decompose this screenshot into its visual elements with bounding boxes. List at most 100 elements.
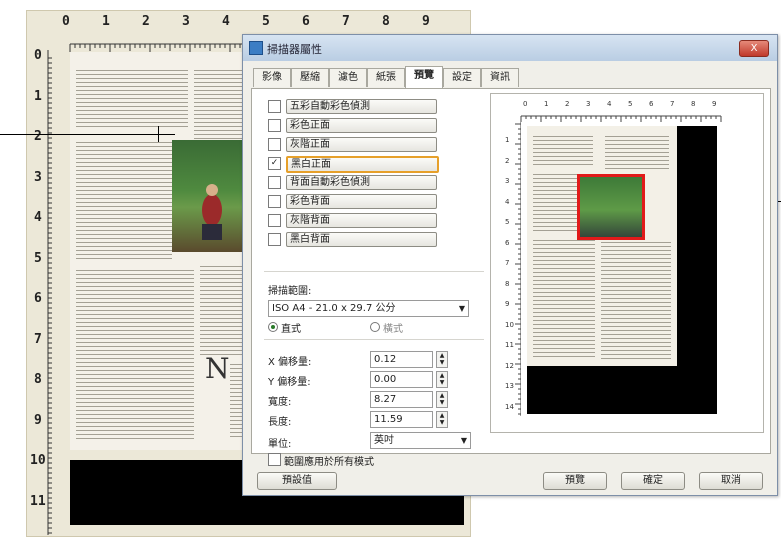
preview-tab-panel: 五彩自動彩色偵測 彩色正面灰階正面 ✓ 黑白正面背面自動彩色偵測 彩色背面灰階背面黑白背…: [251, 88, 771, 468]
golfer-photo: [172, 140, 252, 252]
ruler-top-number: 1: [102, 14, 110, 29]
preview-ruler-number: 7: [670, 100, 675, 108]
image-option-checkbox[interactable]: [268, 176, 281, 189]
orientation-landscape-radio[interactable]: [370, 322, 380, 332]
image-option-button[interactable]: 彩色正面: [286, 118, 437, 133]
preview-ruler-number: 3: [586, 100, 591, 108]
ruler-top-number: 9: [422, 14, 430, 29]
image-option-checkbox[interactable]: ✓: [268, 157, 281, 170]
preview-selection-box[interactable]: [577, 174, 645, 240]
image-option-checkbox[interactable]: [268, 195, 281, 208]
preview-ruler-number: 0: [523, 100, 528, 108]
text-column: [76, 70, 188, 130]
ruler-left-number: 3: [34, 169, 42, 185]
image-option-button[interactable]: 黑白背面: [286, 232, 437, 247]
scanner-app-icon: [249, 41, 263, 55]
orientation-portrait-label: 直式: [281, 324, 301, 335]
preview-page: [527, 126, 677, 366]
text-column: [76, 142, 172, 262]
tab-3[interactable]: 紙張: [367, 68, 405, 87]
separator: [264, 271, 484, 272]
image-option-button[interactable]: 五彩自動彩色偵測: [286, 99, 437, 114]
callout-line-left: [0, 134, 175, 135]
crosshair-vertical: [158, 126, 159, 142]
unit-select[interactable]: 英吋 ▼: [370, 432, 471, 449]
spin-stepper[interactable]: ▲ ▼: [436, 351, 448, 368]
scan-preview-area[interactable]: 0123456789 1 2 3 4 5 6 7 8 9 10 11 12 13 14: [490, 93, 764, 433]
field-input[interactable]: 8.27: [370, 391, 433, 408]
text-column: [533, 136, 593, 166]
default-button[interactable]: 預設值: [257, 472, 337, 490]
image-option-button[interactable]: 彩色背面: [286, 194, 437, 209]
ruler-left-number: 6: [34, 291, 42, 306]
orientation-landscape-label: 橫式: [383, 324, 403, 335]
text-column: [533, 174, 581, 234]
scan-area-label: 掃描範圍:: [268, 286, 312, 297]
preview-ruler-number: 1: [544, 100, 549, 108]
ok-button[interactable]: 確定: [621, 472, 685, 490]
orientation-portrait-radio[interactable]: [268, 322, 278, 332]
tab-4[interactable]: 預覽: [405, 66, 443, 88]
chevron-down-icon: ▼: [458, 304, 465, 313]
image-option-button[interactable]: 背面自動彩色偵測: [286, 175, 437, 190]
separator: [264, 339, 484, 340]
text-column: [605, 136, 669, 172]
ruler-left-number: 10: [30, 453, 46, 468]
spin-stepper[interactable]: ▲ ▼: [436, 371, 448, 388]
tab-0[interactable]: 影像: [253, 68, 291, 87]
field-label: 寬度:: [268, 397, 292, 408]
ruler-left-number: 2: [34, 129, 42, 144]
tab-6[interactable]: 資訊: [481, 68, 519, 87]
ruler-left-number: 7: [34, 331, 42, 347]
drop-cap: N: [205, 352, 230, 385]
unit-label: 單位:: [268, 439, 292, 450]
unit-value: 英吋: [374, 435, 394, 446]
cancel-button[interactable]: 取消: [699, 472, 763, 490]
ruler-left-number: 1: [34, 88, 42, 104]
ruler-left-number: 9: [34, 412, 42, 428]
image-option-checkbox[interactable]: [268, 100, 281, 113]
spin-stepper[interactable]: ▲ ▼: [436, 411, 448, 428]
ruler-top-number: 6: [302, 14, 310, 29]
image-option-checkbox[interactable]: [268, 138, 281, 151]
preview-ruler-number: 4: [607, 100, 612, 108]
ruler-left-number: 5: [34, 250, 42, 266]
ruler-top-number: 0: [62, 14, 70, 29]
field-input[interactable]: 0.00: [370, 371, 433, 388]
title-bar: 掃描器屬性 X: [243, 35, 777, 61]
preview-ruler-number: 9: [712, 100, 717, 108]
dialog-title: 掃描器屬性: [267, 43, 322, 56]
scanner-properties-dialog: 掃描器屬性 X 影像 壓縮 濾色 紙張 預覽 設定 資訊 五彩自動彩色偵測 彩色正面 灰階正面 ✓…: [242, 34, 778, 496]
field-input[interactable]: 11.59: [370, 411, 433, 428]
ruler-top-number: 3: [182, 14, 190, 29]
scan-area-value: ISO A4 - 21.0 x 29.7 公分: [272, 303, 396, 314]
image-option-checkbox[interactable]: [268, 214, 281, 227]
ruler-left-number: 0: [34, 48, 42, 63]
ruler-top-number: 7: [342, 14, 350, 29]
tab-5[interactable]: 設定: [443, 68, 481, 87]
apply-all-checkbox[interactable]: [268, 453, 281, 466]
tab-2[interactable]: 濾色: [329, 68, 367, 87]
tab-1[interactable]: 壓縮: [291, 68, 329, 87]
text-column: [601, 242, 671, 362]
close-button[interactable]: X: [739, 40, 769, 57]
scan-area-select[interactable]: ISO A4 - 21.0 x 29.7 公分 ▼: [268, 300, 469, 317]
image-option-button[interactable]: 灰階背面: [286, 213, 437, 228]
image-option-checkbox[interactable]: [268, 233, 281, 246]
text-column: [533, 240, 595, 360]
preview-ruler-number: 2: [565, 100, 570, 108]
ruler-top-number: 2: [142, 14, 150, 29]
image-option-checkbox[interactable]: [268, 119, 281, 132]
preview-ruler-number: 8: [691, 100, 696, 108]
ruler-left-number: 8: [34, 372, 42, 387]
image-option-button[interactable]: 灰階正面: [286, 137, 437, 152]
preview-button[interactable]: 預覽: [543, 472, 607, 490]
field-label: X 偏移量:: [268, 357, 312, 368]
image-option-button[interactable]: 黑白正面: [286, 156, 439, 173]
spin-stepper[interactable]: ▲ ▼: [436, 391, 448, 408]
field-label: 長度:: [268, 417, 292, 428]
ruler-top-number: 4: [222, 14, 230, 29]
ruler-top-number: 8: [382, 14, 390, 29]
field-input[interactable]: 0.12: [370, 351, 433, 368]
apply-all-label: 範圍應用於所有模式: [284, 457, 374, 468]
